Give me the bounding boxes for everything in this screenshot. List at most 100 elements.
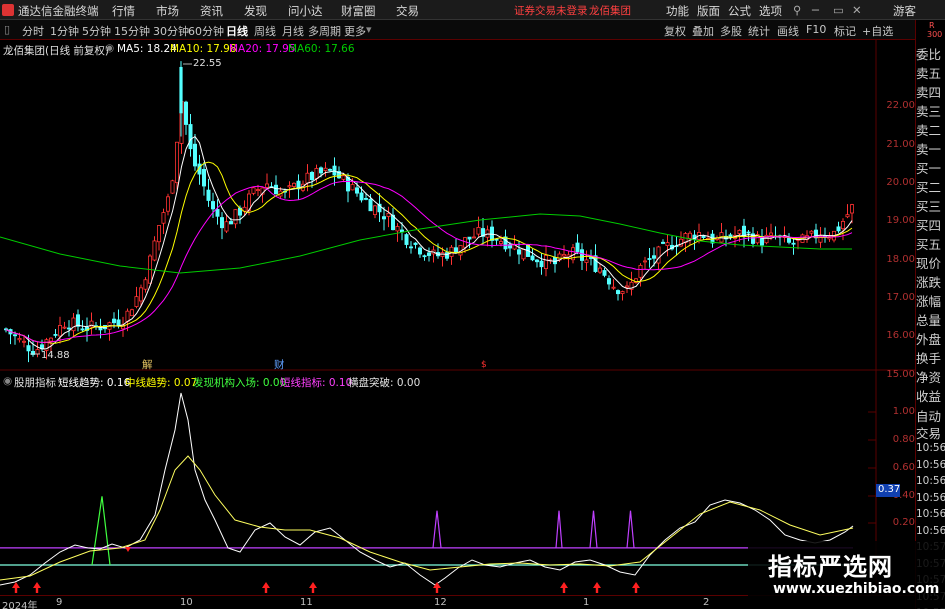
candle-up (845, 214, 850, 218)
candle-down (210, 201, 215, 210)
candle-down (467, 236, 472, 240)
buy-arrow-icon (433, 582, 441, 593)
candle-up (584, 259, 589, 263)
candle-up (156, 225, 161, 243)
period-toolbar: ▯ 分时 1分钟 5分钟 15分钟 30分钟 60分钟 日线 周线 月线 多周期… (0, 20, 945, 40)
watermark: 指标严选网 www.xuezhibiao.com (748, 541, 945, 609)
period-60min[interactable]: 60分钟 (188, 23, 224, 39)
candle-up (341, 175, 346, 180)
candle-down (192, 143, 197, 167)
menu-faxian[interactable]: 发现 (244, 3, 267, 19)
period-multi[interactable]: 多周期 (308, 23, 341, 39)
btn-huaxian[interactable]: 画线 (777, 23, 799, 39)
period-15min[interactable]: 15分钟 (114, 23, 150, 39)
close-icon[interactable]: ✕ (852, 3, 862, 17)
candle-down (580, 249, 585, 261)
kline-chart-area[interactable] (0, 40, 915, 609)
candle-up (598, 267, 603, 273)
panel-item-10: 买五 (916, 237, 942, 252)
mid-trend-line (0, 455, 854, 581)
panel-item-3: 卖三 (916, 104, 942, 119)
candle-up (62, 326, 67, 329)
candle-down (26, 345, 31, 352)
ma10-label: MA10: 17.98 (170, 43, 237, 55)
candle-up (125, 310, 130, 322)
menu-caifuquan[interactable]: 财富圈 (341, 3, 376, 19)
menu-zixun[interactable]: 资讯 (200, 3, 223, 19)
cursor-value-badge: 0.37 (876, 484, 901, 497)
candle-up (314, 168, 319, 179)
btn-f10[interactable]: F10 (806, 23, 826, 36)
candle-up (233, 209, 238, 225)
candle-up (471, 236, 476, 239)
ma60-label: MA60: 17.66 (288, 43, 355, 55)
guest-label[interactable]: 游客 (893, 3, 916, 19)
panel-item-16: 换手 (916, 351, 942, 366)
menu-hangqing[interactable]: 行情 (112, 3, 135, 19)
menu-wenxiaoda[interactable]: 问小达 (288, 3, 323, 19)
app-logo-icon (2, 4, 14, 16)
candle-down (76, 314, 81, 327)
menu-xuanxiang[interactable]: 选项 (759, 3, 782, 19)
panel-item-23: 10:56 (916, 475, 945, 487)
event-marker-cai[interactable]: 财 (274, 357, 285, 372)
panel-item-11: 现价 (916, 256, 942, 271)
candle-up (625, 285, 630, 288)
minimize-icon[interactable]: ─ (812, 3, 819, 17)
btn-add-favorite[interactable]: +自选 (862, 23, 893, 39)
candle-up (498, 241, 503, 245)
candle-up (35, 349, 40, 355)
menu-jiaoyi[interactable]: 交易 (396, 3, 419, 19)
candle-up (17, 338, 22, 341)
user-icon[interactable]: ⚲ (793, 3, 801, 17)
y-tick: 0.60 (892, 462, 915, 473)
btn-duogu[interactable]: 多股 (720, 23, 742, 39)
menu-gongneng[interactable]: 功能 (666, 3, 689, 19)
panel-item-4: 卖二 (916, 123, 942, 138)
trade-login-notice[interactable]: 证券交易未登录 (514, 3, 588, 18)
y-tick: 17.00 (886, 292, 915, 303)
candle-up (49, 337, 54, 342)
period-weekly[interactable]: 周线 (254, 23, 276, 39)
ma5-line (5, 135, 853, 350)
candle-down (589, 257, 594, 259)
btn-fuquan[interactable]: 复权 (664, 23, 686, 39)
short-index-spike (432, 510, 442, 548)
period-more[interactable]: 更多 (344, 23, 366, 39)
menu-banmian[interactable]: 版面 (697, 3, 720, 19)
period-5min[interactable]: 5分钟 (82, 23, 111, 39)
x-label: 1 (583, 597, 590, 608)
indicator-settings-icon[interactable]: ◉ (3, 375, 12, 387)
candle-down (787, 237, 792, 243)
chart-settings-icon[interactable]: ◉ (105, 42, 114, 54)
candle-up (372, 205, 377, 216)
event-marker-jie[interactable]: 解 (142, 357, 153, 372)
menu-gongshi[interactable]: 公式 (728, 3, 751, 19)
menu-shichang[interactable]: 市场 (156, 3, 179, 19)
candle-down (228, 221, 233, 225)
period-1min[interactable]: 1分钟 (50, 23, 79, 39)
panel-r-label: R (929, 21, 935, 30)
candle-up (809, 230, 814, 234)
layout-icon[interactable]: ▯ (4, 23, 10, 36)
y-tick: 18.00 (886, 254, 915, 265)
menubar-stock-name: 龙佰集团 (589, 5, 631, 17)
institution-spike (91, 496, 111, 566)
btn-tongji[interactable]: 统计 (748, 23, 770, 39)
restore-icon[interactable]: ▭ (833, 3, 844, 17)
period-monthly[interactable]: 月线 (282, 23, 304, 39)
more-chevron-icon[interactable]: ▾ (366, 23, 372, 36)
btn-biaoji[interactable]: 标记 (834, 23, 856, 39)
btn-diejia[interactable]: 叠加 (692, 23, 714, 39)
period-30min[interactable]: 30分钟 (153, 23, 189, 39)
candle-up (287, 185, 292, 188)
app-title: 通达信金融终端 (18, 4, 99, 18)
panel-item-5: 卖一 (916, 142, 942, 157)
event-marker-dividend[interactable]: $ (481, 360, 487, 370)
y-tick: 0.20 (892, 517, 915, 528)
buy-arrow-icon (309, 582, 317, 593)
period-fenshi[interactable]: 分时 (22, 23, 44, 39)
candle-up (620, 291, 625, 294)
period-daily[interactable]: 日线 (226, 23, 248, 39)
main-y-axis: 22.00 21.00 20.00 19.00 18.00 17.00 16.0… (876, 40, 915, 380)
